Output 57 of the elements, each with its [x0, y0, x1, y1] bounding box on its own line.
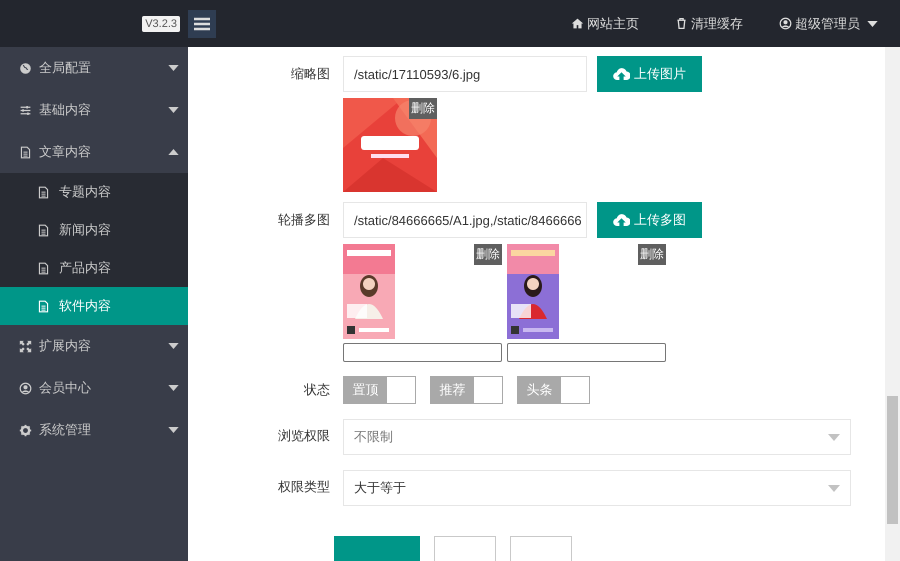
caret-icon [168, 107, 179, 113]
sidebar-subitem[interactable]: 专题内容 [0, 173, 188, 211]
upload-button[interactable]: 上传图片 [597, 56, 702, 92]
doc-icon [37, 224, 50, 236]
gear-icon [19, 424, 32, 436]
caption-field[interactable] [343, 343, 502, 362]
caret-icon [168, 149, 179, 155]
delete-button[interactable]: 删除 [409, 98, 437, 119]
caret-icon [168, 343, 179, 349]
caret-icon [168, 427, 179, 433]
expand-icon [19, 340, 32, 352]
path-field[interactable]: /static/17110593/6.jpg [343, 56, 587, 92]
doc-icon [19, 146, 32, 158]
path-field[interactable]: /static/84666665/A1.jpg,/static/8466666 [343, 202, 587, 238]
caret-icon [828, 484, 840, 492]
field-label: 浏览权限 [277, 427, 330, 445]
upload-button[interactable]: 上传多图 [597, 202, 702, 238]
sidebar-item[interactable]: 文章内容 [0, 131, 188, 173]
cloud-upload-icon [613, 213, 630, 227]
header-link[interactable]: 清理缓存 [675, 14, 743, 32]
cloud-upload-icon [613, 67, 630, 81]
caret-icon [828, 434, 840, 440]
home-icon [571, 17, 584, 30]
scrollbar[interactable] [885, 47, 900, 561]
sidebar-item[interactable]: 系统管理 [0, 409, 188, 451]
header-link[interactable]: 网站主页 [571, 14, 639, 32]
caret-icon [867, 20, 878, 26]
menu-icon [194, 16, 210, 30]
globe-icon [19, 62, 32, 74]
sidebar-subitem[interactable]: 软件内容 [0, 287, 188, 325]
user-icon [779, 17, 792, 30]
user-icon [19, 382, 32, 394]
caption-field[interactable] [507, 343, 666, 362]
doc-icon [37, 186, 50, 198]
caret-icon [168, 385, 179, 391]
sliders-icon [19, 104, 32, 116]
doc-icon [37, 300, 50, 312]
sidebar-item[interactable]: 基础内容 [0, 89, 188, 131]
sidebar-item[interactable]: 扩展内容 [0, 325, 188, 367]
sidebar-item[interactable]: 会员中心 [0, 367, 188, 409]
sidebar-subitem[interactable]: 产品内容 [0, 249, 188, 287]
field-label: 状态 [302, 381, 330, 399]
caret-icon [168, 65, 179, 71]
menu-button[interactable] [188, 10, 216, 38]
field-label: 缩略图 [290, 65, 330, 83]
field-label: 轮播多图 [277, 211, 330, 229]
sidebar-subitem[interactable]: 新闻内容 [0, 211, 188, 249]
select-field[interactable]: 大于等于 [343, 470, 851, 506]
header-link[interactable]: 超级管理员 [779, 14, 878, 32]
delete-button[interactable]: 删除 [474, 244, 502, 265]
delete-button[interactable]: 删除 [638, 244, 666, 265]
version-badge: V3.2.3 [142, 16, 180, 32]
trash-icon [675, 17, 688, 30]
sidebar-item[interactable]: 全局配置 [0, 47, 188, 89]
doc-icon [37, 262, 50, 274]
field-label: 权限类型 [277, 478, 330, 496]
select-field[interactable]: 不限制 [343, 419, 851, 455]
